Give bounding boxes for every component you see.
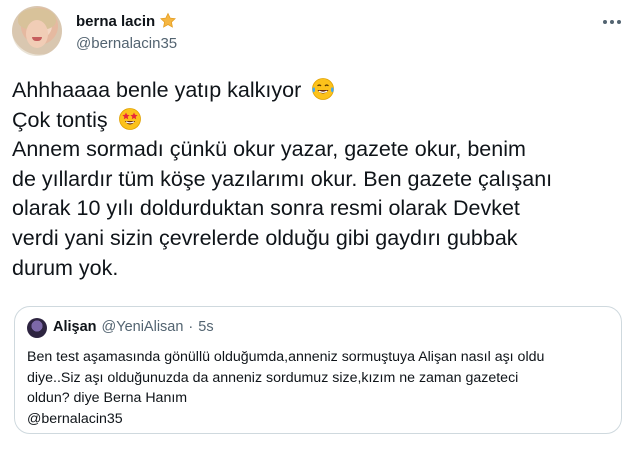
quoted-avatar[interactable] [27, 318, 47, 338]
tears-of-joy-emoji-icon [311, 77, 335, 101]
tweet-text: Ahhhaaaa benle yatıp kalkıyor Çok tontiş [12, 76, 624, 283]
tweet-line: de yıllardır tüm köşe yazılarımı okur. B… [12, 166, 553, 191]
more-dot-icon [610, 20, 614, 24]
quoted-display-name[interactable]: Alişan [53, 319, 97, 335]
avatar[interactable] [12, 6, 62, 56]
more-dot-icon [617, 20, 621, 24]
quoted-timestamp[interactable]: 5s [198, 319, 213, 335]
quoted-handle[interactable]: @YeniAlisan [102, 319, 184, 335]
more-options-button[interactable] [598, 10, 626, 34]
quoted-line: oldun? diye Berna Hanım [27, 390, 188, 406]
tweet-line: Annem sormadı çünkü okur yazar, gazete o… [12, 137, 526, 162]
star-struck-emoji-icon [118, 107, 142, 131]
quoted-mention[interactable]: @bernalacin35 [27, 409, 611, 430]
author-handle[interactable]: @bernalacin35 [76, 35, 177, 52]
tweet-line: durum yok. [12, 255, 119, 280]
tweet-line: verdi yani sizin çevrelerde olduğu gibi … [12, 225, 518, 250]
star-badge-icon [159, 12, 177, 30]
more-dot-icon [603, 20, 607, 24]
tweet-line: olarak 10 yılı doldurduktan sonra resmi … [12, 196, 520, 221]
quoted-tweet[interactable]: Alişan @YeniAlisan · 5s Ben test aşaması… [14, 306, 622, 434]
quoted-line: diye..Siz aşı olduğunuzda da anneniz sor… [27, 369, 519, 386]
quoted-line: Ben test aşamasında gönüllü olduğumda,an… [27, 349, 545, 365]
tweet-header: berna lacin @bernalacin35 [12, 6, 628, 62]
quoted-text: Ben test aşamasında gönüllü olduğumda,an… [27, 347, 611, 429]
author-name-row: berna lacin [76, 12, 177, 30]
tweet-line: Ahhhaaaa benle yatıp kalkıyor [12, 76, 624, 106]
quoted-separator: · [188, 319, 194, 335]
quoted-header: Alişan @YeniAlisan · 5s [53, 319, 214, 335]
tweet-line: Çok tontiş [12, 106, 624, 136]
display-name[interactable]: berna lacin [76, 13, 155, 30]
